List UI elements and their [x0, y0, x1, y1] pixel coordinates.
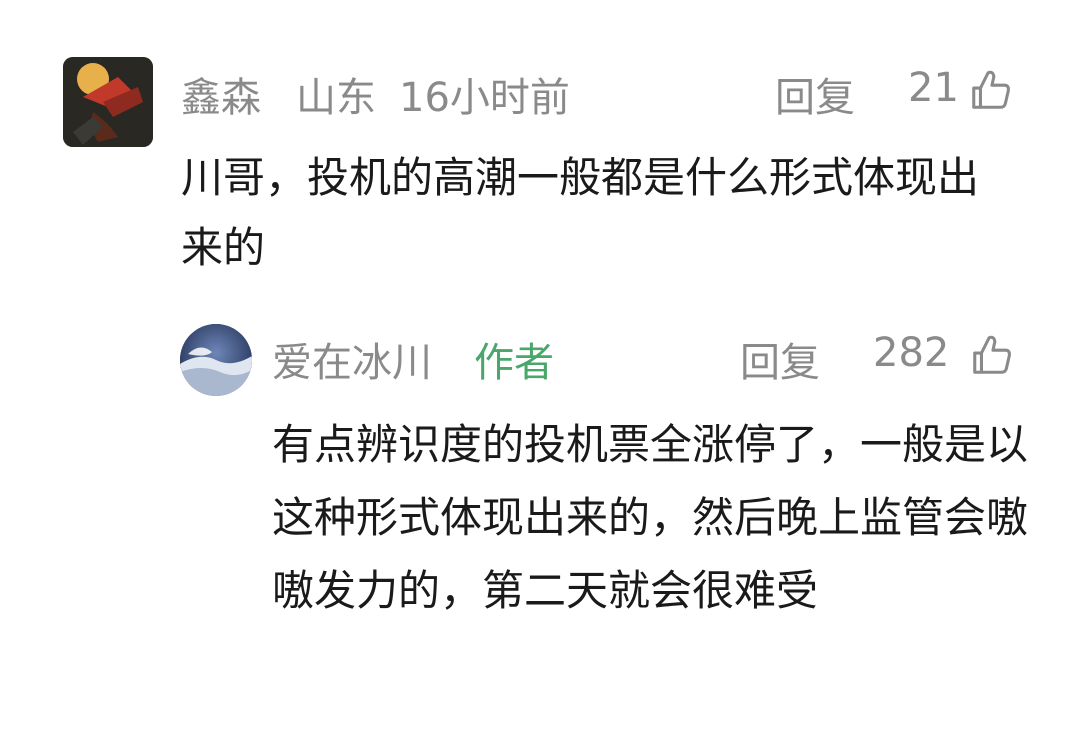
- thumbs-up-icon: [973, 335, 1011, 374]
- author-badge: 作者: [474, 340, 554, 386]
- avatar-image: [63, 57, 153, 147]
- comment-meta: 鑫森 山东 16小时前 回复 21: [181, 61, 1021, 121]
- reply-text: 有点辨识度的投机票全涨停了，一般是以这种形式体现出来的，然后晚上监管会嗷嗷发力的…: [272, 420, 1029, 615]
- like-button[interactable]: 21: [908, 65, 1021, 117]
- reply-avatar-image: [180, 324, 252, 396]
- location: 山东: [296, 75, 376, 121]
- reply-like-count: 282: [873, 330, 950, 376]
- reply-like-button[interactable]: 282: [873, 330, 1015, 382]
- reply-meta: 爱在冰川 作者 回复 282: [272, 326, 1032, 386]
- reply-reply-button[interactable]: 回复: [740, 330, 820, 388]
- reply-username[interactable]: 爱在冰川: [272, 330, 432, 388]
- reply-avatar[interactable]: [180, 324, 252, 396]
- reply-button[interactable]: 回复: [775, 65, 855, 123]
- username[interactable]: 鑫森: [181, 65, 261, 123]
- comment-text: 川哥，投机的高潮一般都是什么形式体现出来的: [181, 153, 980, 272]
- like-count: 21: [908, 65, 959, 111]
- thumbs-up-icon: [972, 70, 1010, 109]
- avatar[interactable]: [63, 57, 153, 147]
- timestamp: 16小时前: [399, 75, 570, 121]
